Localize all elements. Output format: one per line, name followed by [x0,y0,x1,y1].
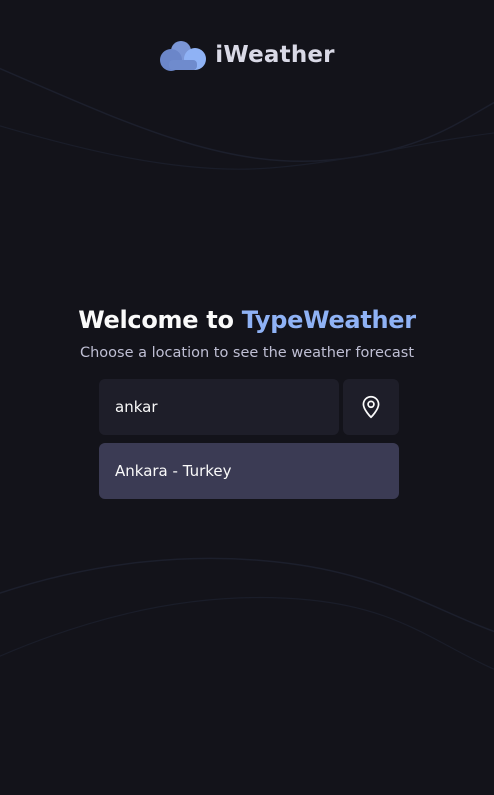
welcome-heading: Welcome to TypeWeather [0,306,494,334]
app-name: iWeather [215,42,335,68]
app-logo: iWeather [0,38,494,72]
brand-name: TypeWeather [241,306,416,334]
suggestion-label: Ankara - Turkey [115,462,232,480]
map-pin-icon [362,395,380,419]
location-button[interactable] [343,379,399,435]
location-suggestion[interactable]: Ankara - Turkey [99,443,399,499]
welcome-subtitle: Choose a location to see the weather for… [79,345,415,361]
cloud-logo-icon [160,41,207,71]
welcome-prefix: Welcome to [78,306,242,334]
search-input[interactable] [99,379,339,435]
